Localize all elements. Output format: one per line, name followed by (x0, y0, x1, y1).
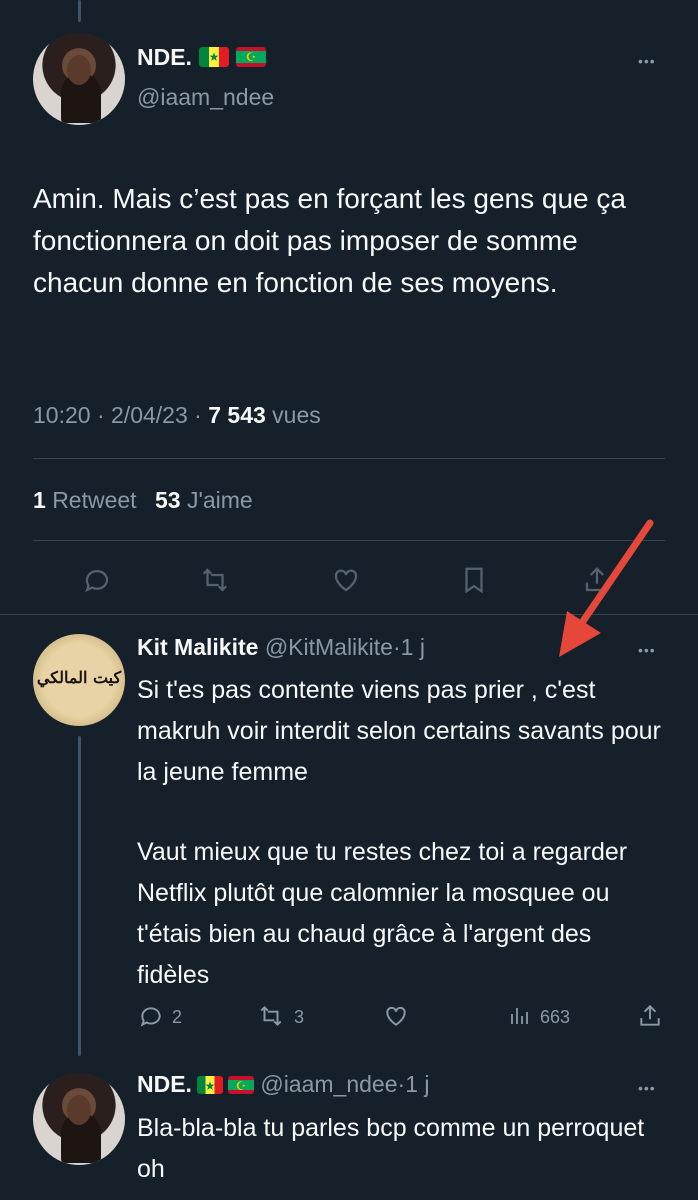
views-label: vues (272, 402, 321, 428)
reply-text-para2: Vaut mieux que tu restes chez toi a rega… (137, 838, 628, 989)
reply-icon[interactable] (138, 1003, 164, 1029)
reply-header: NDE. @iaam_ndee·1 j (137, 1071, 429, 1098)
author-handle[interactable]: @KitMalikite (265, 634, 393, 660)
arrow-annotation (545, 515, 665, 665)
tweet-time[interactable]: 10:20 (33, 402, 91, 428)
like-icon[interactable] (331, 565, 361, 595)
reply-icon[interactable] (82, 565, 112, 595)
retweets-link[interactable]: 1 Retweet (33, 487, 137, 513)
thread-line-top (78, 0, 81, 22)
like-icon[interactable] (383, 1003, 409, 1029)
reply-header: Kit Malikite @KitMalikite·1 j (137, 634, 425, 661)
divider (33, 458, 665, 459)
retweet-label: Retweet (52, 487, 137, 513)
reply-text-para1: Si t'es pas contente viens pas prier , c… (137, 676, 661, 786)
retweet-icon[interactable] (200, 565, 230, 595)
more-options-icon[interactable]: ••• (638, 1081, 656, 1095)
mauritania-flag-icon (227, 1076, 254, 1094)
tweet-meta: 10:20 · 2/04/23 · 7 543 vues (33, 402, 321, 428)
reply-age[interactable]: 1 j (405, 1071, 429, 1097)
bookmark-icon[interactable] (459, 565, 489, 595)
retweet-count: 3 (294, 1007, 305, 1027)
author-handle[interactable]: @iaam_ndee (260, 1071, 397, 1097)
mauritania-flag-icon (235, 47, 266, 67)
share-icon[interactable] (637, 1003, 663, 1029)
reply-count: 2 (172, 1007, 183, 1027)
author-handle[interactable]: @iaam_ndee (137, 84, 274, 111)
tweet-text: Amin. Mais c’est pas en forçant les gens… (33, 183, 626, 298)
separator: · (392, 634, 401, 660)
more-options-icon[interactable]: ••• (638, 54, 656, 68)
views-count: 7 543 (208, 402, 266, 428)
avatar[interactable]: كيت المالكي (33, 634, 125, 726)
like-count: 53 (154, 487, 181, 513)
engagement-row: 1 Retweet 53 J'aime (33, 487, 253, 514)
avatar-calligraphy: كيت المالكي (36, 668, 122, 687)
author-name[interactable]: NDE. (137, 44, 266, 71)
views-count: 663 (540, 1007, 571, 1027)
author-name[interactable]: Kit Malikite (137, 634, 258, 660)
senegal-flag-icon (196, 1076, 223, 1094)
retweet-icon[interactable] (258, 1003, 284, 1029)
reply-text: Bla-bla-bla tu parles bcp comme un perro… (137, 1114, 645, 1183)
tweet-date[interactable]: 2/04/23 (111, 402, 188, 428)
thread-line (78, 736, 81, 1056)
avatar[interactable] (33, 1073, 125, 1165)
author-name[interactable]: NDE. (137, 1071, 192, 1097)
retweet-count: 1 (33, 487, 46, 513)
views-icon[interactable] (507, 1004, 531, 1028)
senegal-flag-icon (198, 47, 229, 67)
likes-link[interactable]: 53 J'aime (155, 487, 253, 513)
avatar[interactable] (33, 33, 125, 125)
author-name-text[interactable]: NDE. (137, 44, 192, 70)
reply-age[interactable]: 1 j (401, 634, 425, 660)
like-label: J'aime (186, 487, 253, 513)
